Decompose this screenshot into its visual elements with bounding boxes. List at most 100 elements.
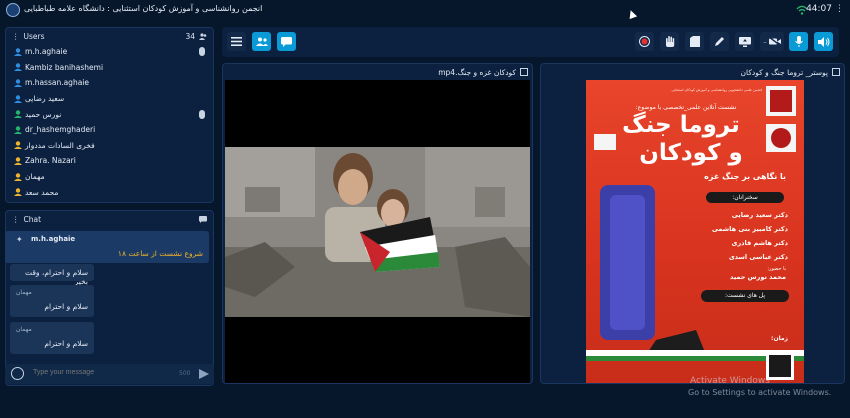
poster-image: انجمن علمی دانشجویی روانشناسی و آموزش کو… — [586, 80, 804, 383]
user-name: سعید رضایی — [25, 94, 65, 104]
session-title: انجمن روانشناسی و آموزش کودکان استثنایی … — [24, 4, 263, 13]
chat-message-input[interactable] — [33, 369, 163, 376]
windows-watermark: Activate Windows — [690, 376, 770, 386]
chat-message: مهمان سلام و احترام — [10, 322, 94, 354]
video-title: کودکان غزه و جنگ.mp4 — [438, 67, 516, 77]
users-menu-icon[interactable]: ⋮ — [12, 32, 20, 41]
whiteboard-button[interactable] — [710, 32, 729, 51]
chat-message-user: مهمان — [16, 326, 32, 333]
user-avatar-icon — [14, 188, 22, 197]
user-name: محمد سعد — [25, 187, 59, 197]
user-name: Kambiz banihashemi — [25, 62, 104, 72]
poster-speaker: دکتر کامبیز بنی هاشمی — [711, 225, 788, 233]
menu-icon — [231, 37, 242, 46]
user-list-item[interactable]: Kambiz banihashemi — [6, 60, 213, 76]
users-header: ⋮ Users 34 — [6, 28, 213, 44]
poster-speakers-label: سخنرانان: — [706, 192, 784, 203]
video-panel: کودکان غزه و جنگ.mp4 — [222, 63, 533, 384]
poster-speaker: دکتر هاشم قادری — [731, 239, 788, 247]
user-list-item[interactable]: محمد سعد — [6, 184, 213, 200]
users-count: 34 — [185, 31, 195, 41]
users-toggle-button[interactable] — [252, 32, 271, 51]
camera-button[interactable]: – — [760, 32, 784, 51]
chat-icon — [281, 36, 292, 47]
chat-menu-icon[interactable]: ⋮ — [12, 215, 20, 224]
windows-watermark-sub: Go to Settings to activate Windows. — [688, 388, 832, 397]
menu-button[interactable] — [227, 32, 246, 51]
chat-message-user: مهمان — [16, 289, 32, 296]
user-name: مهمان — [25, 172, 45, 182]
user-list-item[interactable]: m.h.aghaie — [6, 44, 213, 60]
user-avatar-icon — [14, 110, 22, 119]
poster-subtitle: نشست آنلاین علمی_تخصصی با موضوع: — [635, 104, 737, 111]
camera-off-icon — [768, 37, 781, 46]
poster-link-label: پل های نشست: — [701, 290, 789, 302]
user-name: m.h.aghaie — [25, 47, 68, 57]
pinned-user: m.h.aghaie — [31, 235, 76, 243]
user-list-item[interactable]: مهمان — [6, 169, 213, 185]
pin-icon: ✦ — [16, 235, 23, 244]
user-list-item[interactable]: dr_hashemghaderi — [6, 122, 213, 138]
poster-speakers: دکتر سعید رضایی دکتر کامبیز بنی هاشمی دک… — [676, 208, 788, 264]
speaker-button[interactable] — [814, 32, 833, 51]
pinned-message: ✦ m.h.aghaie شروع نشست از ساعت ۱۸ — [5, 231, 209, 263]
user-name: Zahra. Nazari — [25, 156, 76, 166]
record-icon — [639, 36, 650, 47]
send-icon[interactable] — [199, 369, 209, 379]
users-group-icon — [199, 32, 207, 40]
emoji-icon[interactable] — [11, 367, 24, 380]
poster-header: پوستر_ تروما جنگ و کودکان — [541, 64, 844, 80]
more-options-icon[interactable]: ⋮ — [835, 4, 844, 14]
chat-header: ⋮ Chat — [6, 211, 213, 227]
poster-time-label: زمان: — [771, 335, 788, 342]
user-avatar-icon — [14, 63, 22, 72]
chat-message: سلام و احترام، وقت بخیر — [10, 264, 94, 286]
screen-share-icon — [738, 36, 751, 47]
user-name: نورس حمید — [25, 109, 62, 119]
user-avatar-icon — [14, 126, 22, 134]
chat-toggle-button[interactable] — [277, 32, 296, 51]
user-avatar-icon — [14, 141, 22, 150]
logo-icon — [6, 3, 20, 17]
poster-main-title-2: و کودکان — [639, 140, 743, 166]
user-list: m.h.aghaie Kambiz banihashemi m.hassan.agh… — [6, 44, 213, 200]
poster-speaker: دکتر عباسی اسدی — [728, 253, 788, 261]
poster-intro: انجمن علمی دانشجویی روانشناسی و آموزش کو… — [671, 88, 762, 92]
raise-hand-button[interactable] — [660, 32, 679, 51]
user-name: dr_hashemghaderi — [25, 125, 96, 135]
screen-share-button[interactable] — [735, 32, 754, 51]
user-list-item[interactable]: نورس حمید — [6, 106, 213, 122]
video-header: کودکان غزه و جنگ.mp4 — [223, 64, 532, 80]
video-still — [225, 147, 530, 317]
video-player[interactable] — [225, 80, 530, 383]
user-avatar-icon — [14, 79, 22, 87]
users-panel: ⋮ Users 34 m.h.aghaie Kambiz banihashemi m… — [5, 27, 214, 203]
file-button[interactable] — [685, 32, 704, 51]
mic-icon — [199, 47, 205, 57]
user-name: m.hassan.aghaie — [25, 78, 89, 88]
poster-host: محمد نورس حمید — [729, 273, 786, 281]
poster-panel-title: پوستر_ تروما جنگ و کودکان — [740, 67, 828, 77]
poster-main-title-1: تروما جنگ — [622, 112, 740, 138]
char-limit: 500 — [179, 370, 191, 377]
user-list-item[interactable]: سعید رضایی — [6, 91, 213, 107]
pinned-text: شروع نشست از ساعت ۱۸ — [117, 249, 203, 258]
mic-icon — [199, 109, 205, 119]
mic-icon — [794, 36, 803, 47]
user-avatar-icon — [14, 94, 22, 103]
chat-bubble-icon — [199, 215, 207, 223]
video-frame-image — [225, 147, 530, 317]
user-list-item[interactable]: فخری السادات مددوار — [6, 138, 213, 154]
file-icon — [832, 68, 840, 76]
user-name: فخری السادات مددوار — [25, 140, 95, 150]
pen-icon — [715, 37, 724, 46]
poster-panel: پوستر_ تروما جنگ و کودکان انجمن علمی دان… — [540, 63, 845, 384]
record-button[interactable] — [635, 32, 654, 51]
hand-icon — [665, 36, 674, 47]
user-list-item[interactable]: m.hassan.aghaie — [6, 75, 213, 91]
chat-input-bar: 500 — [5, 364, 214, 384]
microphone-button[interactable] — [789, 32, 808, 51]
chat-message-text: سلام و احترام — [44, 302, 88, 311]
user-list-item[interactable]: Zahra. Nazari — [6, 153, 213, 169]
file-icon — [689, 36, 700, 47]
